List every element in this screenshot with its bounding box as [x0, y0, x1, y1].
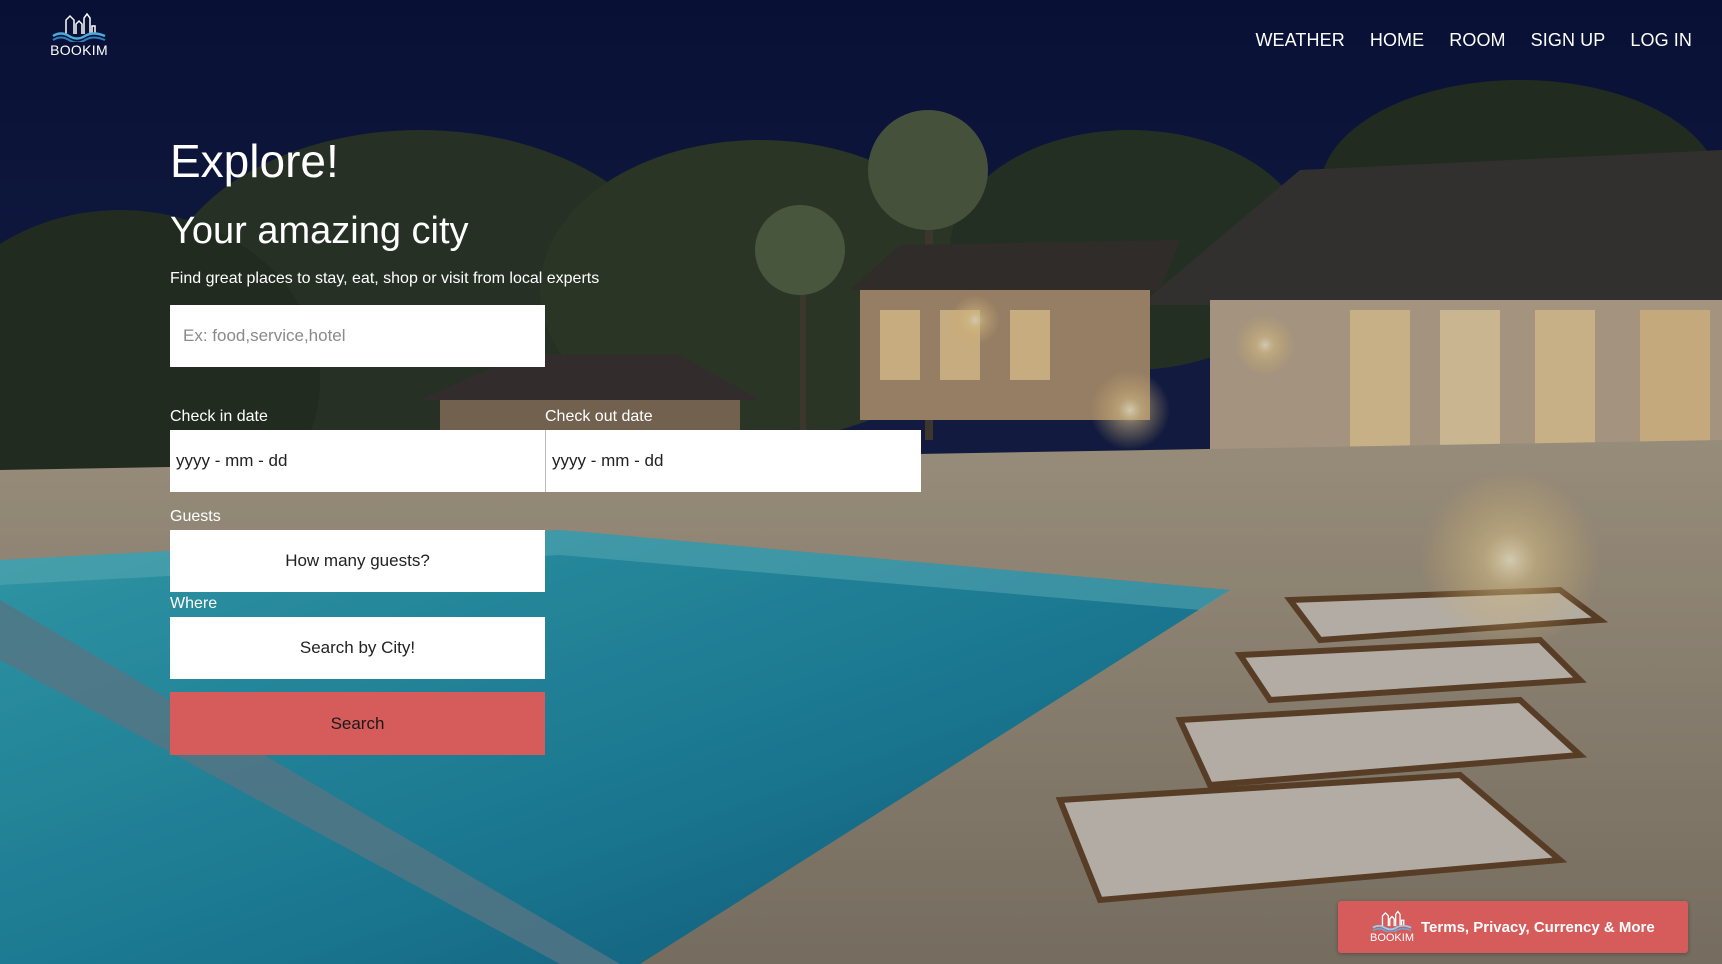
guests-label: Guests — [170, 508, 221, 525]
keyword-search-input[interactable] — [170, 305, 545, 367]
nav-room[interactable]: ROOM — [1449, 30, 1505, 51]
hero-subtitle: Your amazing city — [170, 210, 469, 252]
nav-home[interactable]: HOME — [1370, 30, 1424, 51]
footer-terms-button[interactable]: BOOKIM Terms, Privacy, Currency & More — [1338, 901, 1688, 953]
city-buildings-waves-icon — [52, 12, 106, 42]
city-search-input[interactable]: Search by City! — [170, 617, 545, 679]
check-in-label: Check in date — [170, 408, 268, 425]
city-buildings-waves-icon — [1372, 910, 1412, 932]
hero-description: Find great places to stay, eat, shop or … — [170, 270, 600, 287]
logo-text: BOOKIM — [50, 42, 108, 58]
footer-logo-text: BOOKIM — [1369, 932, 1414, 944]
brand-logo[interactable]: BOOKIM — [47, 12, 111, 58]
main-nav: WEATHER HOME ROOM SIGN UP LOG IN — [1230, 30, 1692, 51]
where-label: Where — [170, 595, 218, 612]
nav-log-in[interactable]: LOG IN — [1630, 30, 1692, 51]
search-button[interactable]: Search — [170, 692, 545, 755]
check-in-date-input[interactable]: yyyy - mm - dd — [170, 430, 545, 492]
footer-link-text: Terms, Privacy, Currency & More — [1421, 918, 1655, 936]
footer-logo: BOOKIM — [1368, 910, 1416, 944]
check-out-label: Check out date — [545, 408, 653, 425]
guests-select[interactable]: How many guests? — [170, 530, 545, 592]
nav-sign-up[interactable]: SIGN UP — [1531, 30, 1606, 51]
hero-title: Explore! — [170, 135, 339, 187]
nav-weather[interactable]: WEATHER — [1255, 30, 1344, 51]
check-out-date-input[interactable]: yyyy - mm - dd — [545, 430, 921, 492]
